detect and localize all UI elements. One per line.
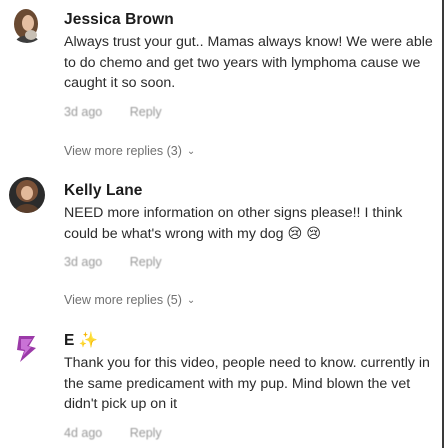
comment-time: 3d ago [64,104,103,119]
view-more-replies-button[interactable]: View more replies (5) ⌄ [64,292,195,310]
avatar[interactable] [9,331,45,367]
reply-button[interactable]: Reply [130,426,162,440]
avatar-image [9,331,45,367]
reply-button[interactable]: Reply [130,255,162,269]
comment-text: Always trust your gut.. Mamas always kno… [64,34,433,91]
chevron-down-icon: ⌄ [186,295,196,306]
comment-author[interactable]: E ✨ [64,331,434,350]
view-more-replies-label: View more replies (5) [64,293,182,307]
reply-button[interactable]: Reply [130,105,162,119]
avatar[interactable] [9,177,45,213]
scroll-divider [442,0,444,448]
view-more-replies-button[interactable]: View more replies (3) ⌄ [64,143,195,161]
comment-author[interactable]: Kelly Lane [64,181,434,200]
avatar-image [9,7,45,43]
avatar-image [9,177,45,213]
view-more-replies-label: View more replies (3) [64,144,182,158]
comment-time: 3d ago [64,255,103,269]
comment-text: NEED more information on other signs ple… [64,205,403,242]
comment-text: Thank you for this video, people need to… [64,355,430,412]
comment-time: 4d ago [64,425,103,440]
comment-author[interactable]: Jessica Brown [64,10,434,29]
avatar[interactable] [9,7,45,43]
comment-meta: 3d ago Reply [64,254,434,270]
comment-meta: 3d ago Reply [64,104,434,120]
comment-meta: 4d ago Reply [64,425,434,441]
chevron-down-icon: ⌄ [186,146,196,157]
